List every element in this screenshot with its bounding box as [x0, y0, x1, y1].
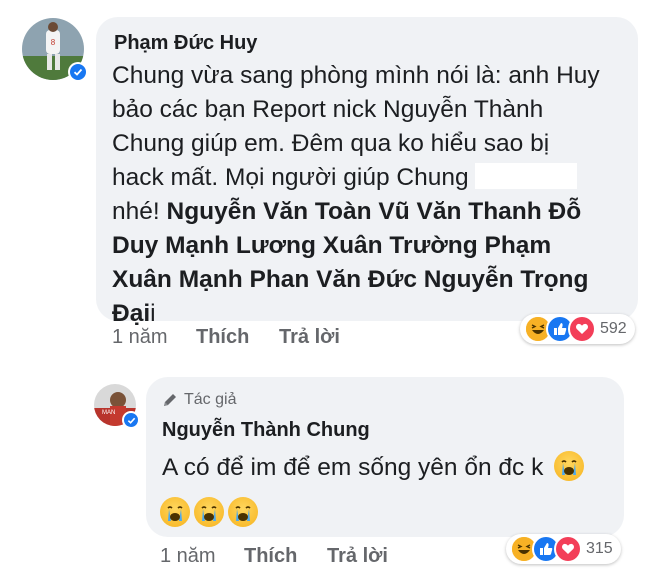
verified-badge-icon: [122, 411, 140, 429]
redaction-box: [474, 163, 577, 189]
reply-time[interactable]: 1 năm: [160, 545, 216, 568]
crying-face-icon: [228, 497, 258, 527]
reaction-count: 592: [600, 320, 627, 337]
mention-line[interactable]: Đại: [112, 300, 150, 327]
crying-face-icon: [160, 497, 190, 527]
reply-text: A có để im để em sống yên ổn đc k: [162, 451, 622, 485]
pencil-icon: [164, 394, 176, 406]
reply-button[interactable]: Trả lời: [279, 326, 340, 349]
like-button[interactable]: Thích: [244, 545, 297, 568]
comment-text-after: nhé!: [112, 198, 160, 225]
love-icon: [568, 315, 596, 343]
reply-author[interactable]: Nguyễn Thành Chung: [162, 419, 370, 442]
avatar[interactable]: 8: [22, 18, 88, 82]
svg-text:MAN: MAN: [102, 410, 115, 416]
mention-line[interactable]: Xuân Mạnh Phan Văn Đức Nguyễn Trọng: [112, 266, 588, 293]
crying-face-icon: [554, 451, 585, 481]
verified-badge-icon: [68, 62, 88, 82]
comment-author[interactable]: Phạm Đức Huy: [114, 32, 257, 55]
emoji-row: [160, 497, 258, 527]
reply-button[interactable]: Trả lời: [327, 545, 388, 568]
love-icon: [554, 535, 582, 563]
avatar[interactable]: MAN: [94, 384, 140, 429]
reply-bubble: Tác giả Nguyễn Thành Chung A có để im để…: [146, 377, 624, 537]
reaction-summary[interactable]: 315: [506, 534, 621, 564]
comment-bubble: Phạm Đức Huy Chung vừa sang phòng mình n…: [96, 17, 638, 327]
reaction-summary[interactable]: 592: [520, 314, 635, 344]
author-badge: Tác giả: [184, 391, 237, 408]
mention-line[interactable]: Nguyễn Văn Toàn Vũ Văn Thanh Đỗ: [167, 198, 582, 225]
comment-text: Chung vừa sang phòng mình nói là: anh Hu…: [112, 59, 632, 331]
reply-text-content: A có để im để em sống yên ổn đc k: [162, 454, 544, 481]
trailing-char: i: [150, 300, 156, 327]
author-tag: Tác giả: [162, 391, 236, 409]
svg-text:8: 8: [51, 38, 56, 47]
comment-line: Chung vừa sang phòng mình nói là: anh Hu…: [112, 62, 600, 89]
crying-face-icon: [194, 497, 224, 527]
reply-actions: 1 năm Thích Trả lời: [160, 545, 460, 571]
comment-line: bảo các bạn Report nick Nguyễn Thành: [112, 96, 544, 123]
comment-time[interactable]: 1 năm: [112, 326, 168, 349]
comment-actions: 1 năm Thích Trả lời: [112, 326, 412, 352]
like-button[interactable]: Thích: [196, 326, 249, 349]
comment-line: Chung giúp em. Đêm qua ko hiểu sao bị: [112, 130, 550, 157]
comment-line: hack mất. Mọi người giúp Chung: [112, 164, 469, 191]
reaction-count: 315: [586, 540, 613, 557]
mention-line[interactable]: Duy Mạnh Lương Xuân Trường Phạm: [112, 232, 551, 259]
